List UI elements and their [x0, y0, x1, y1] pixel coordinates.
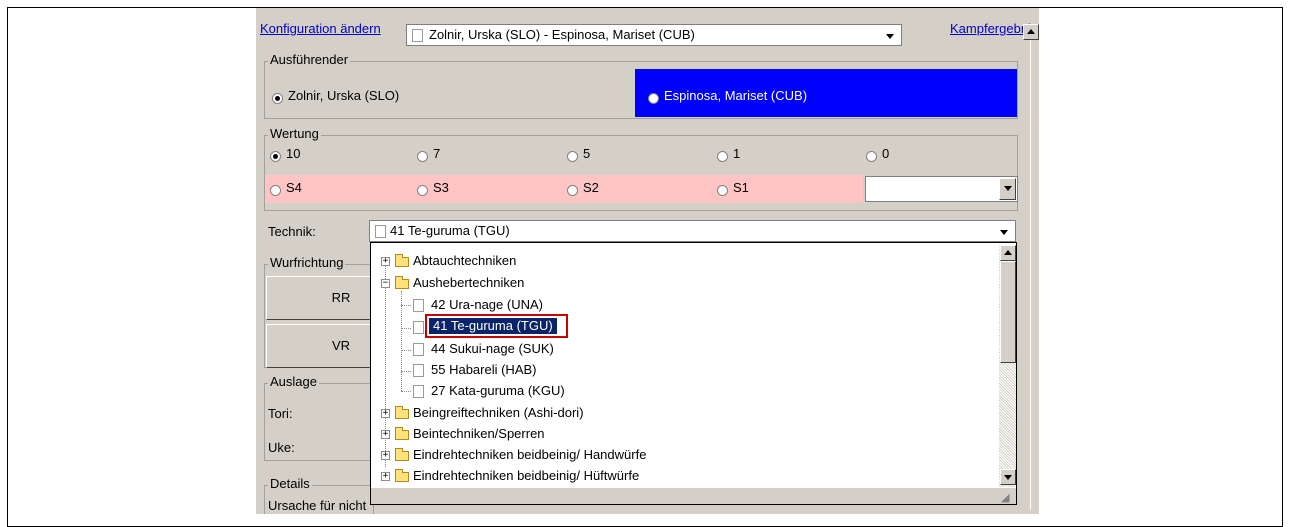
- expand-icon[interactable]: +: [381, 472, 390, 481]
- tree-node-2[interactable]: Beingreiftechniken (Ashi-dori): [413, 405, 584, 420]
- tree-leaf[interactable]: 42 Ura-nage (UNA): [431, 297, 543, 312]
- tree-footer: [371, 488, 1016, 504]
- resize-grip-icon[interactable]: ◢: [1001, 491, 1009, 504]
- direction-title: Wurfrichtung: [268, 255, 346, 270]
- document-icon: [375, 225, 386, 238]
- fight-select[interactable]: Zolnir, Urska (SLO) - Espinosa, Mariset …: [406, 24, 902, 46]
- tree-node-5[interactable]: Eindrehtechniken beidbeinig/ Hüftwürfe: [413, 468, 639, 483]
- config-link[interactable]: Konfiguration ändern: [260, 21, 381, 36]
- score-radio-5[interactable]: [567, 151, 578, 162]
- tree-leaf-selected[interactable]: 41 Te-guruma (TGU): [429, 318, 557, 334]
- selection-highlight-box: 41 Te-guruma (TGU): [425, 314, 568, 338]
- performer-option-2-highlight[interactable]: Espinosa, Mariset (CUB): [635, 69, 1017, 117]
- document-icon: [413, 321, 424, 334]
- score-radio-s1[interactable]: [717, 185, 728, 196]
- folder-open-icon: [395, 276, 409, 289]
- score-label-1: 1: [733, 146, 741, 161]
- window-scrollbar[interactable]: [1023, 24, 1039, 514]
- tree-line: [401, 391, 411, 392]
- score-radio-1[interactable]: [717, 151, 728, 162]
- score-label-s3: S3: [433, 180, 449, 195]
- stance-title: Auslage: [268, 374, 319, 389]
- score-label-s1: S1: [733, 180, 749, 195]
- scroll-thumb[interactable]: [1000, 261, 1016, 363]
- score-label-5: 5: [583, 146, 591, 161]
- folder-icon: [395, 469, 409, 482]
- score-radio-7[interactable]: [417, 151, 428, 162]
- performer-option-2[interactable]: Espinosa, Mariset (CUB): [664, 88, 807, 103]
- tree-line: [401, 305, 411, 306]
- score-label-0: 0: [882, 146, 890, 161]
- chevron-down-icon[interactable]: [999, 178, 1016, 200]
- document-icon: [413, 364, 424, 377]
- tree-line: [401, 291, 402, 391]
- score-radio-10[interactable]: [270, 151, 281, 162]
- expand-icon[interactable]: +: [381, 409, 390, 418]
- chevron-down-icon[interactable]: [996, 223, 1013, 239]
- penalty-select[interactable]: [865, 176, 1018, 202]
- fight-select-value: Zolnir, Urska (SLO) - Espinosa, Mariset …: [429, 27, 695, 42]
- tree-leaf[interactable]: 27 Kata-guruma (KGU): [431, 383, 565, 398]
- cause-label: Ursache für nicht: [268, 498, 367, 513]
- score-label-s2: S2: [583, 180, 599, 195]
- score-radio-0[interactable]: [866, 151, 877, 162]
- penalty-row: [265, 175, 863, 203]
- folder-icon: [395, 448, 409, 461]
- expand-icon[interactable]: +: [381, 430, 390, 439]
- scroll-up-icon[interactable]: [1000, 245, 1016, 261]
- details-title: Details: [268, 476, 312, 491]
- document-icon: [413, 299, 424, 312]
- tree-leaf[interactable]: 44 Sukui-nage (SUK): [431, 341, 554, 356]
- document-icon: [413, 343, 424, 356]
- tree-leaf[interactable]: 55 Habareli (HAB): [431, 362, 537, 377]
- tree-node-4[interactable]: Eindrehtechniken beidbeinig/ Handwürfe: [413, 447, 646, 462]
- folder-icon: [395, 406, 409, 419]
- tree-line: [401, 350, 411, 351]
- tree-line: [401, 371, 411, 372]
- performer-title: Ausführender: [268, 52, 351, 67]
- expand-icon[interactable]: +: [381, 257, 390, 266]
- technique-select[interactable]: 41 Te-guruma (TGU): [369, 220, 1016, 242]
- scoring-window: Konfiguration ändern Zolnir, Urska (SLO)…: [256, 8, 1039, 514]
- uke-label: Uke:: [268, 440, 295, 455]
- tree-line: [401, 328, 411, 329]
- tori-label: Tori:: [268, 406, 293, 421]
- folder-icon: [395, 254, 409, 267]
- score-radio-s3[interactable]: [417, 185, 428, 196]
- technique-dropdown-tree[interactable]: + Abtauchtechniken − Aushebertechniken 4…: [370, 242, 1017, 505]
- tree-node-0[interactable]: Abtauchtechniken: [413, 253, 516, 268]
- chevron-down-icon[interactable]: [882, 27, 899, 43]
- collapse-icon[interactable]: −: [381, 279, 390, 288]
- document-icon: [412, 29, 423, 42]
- scroll-divider: [1030, 40, 1031, 510]
- scroll-down-icon[interactable]: [1000, 469, 1016, 485]
- tree-node-3[interactable]: Beintechniken/Sperren: [413, 426, 545, 441]
- score-radio-s2[interactable]: [567, 185, 578, 196]
- technique-label: Technik:: [268, 224, 316, 239]
- score-label-7: 7: [433, 146, 441, 161]
- document-icon: [413, 385, 424, 398]
- scroll-up-icon[interactable]: [1023, 24, 1039, 40]
- tree-node-1[interactable]: Aushebertechniken: [413, 275, 524, 290]
- score-label-s4: S4: [286, 180, 302, 195]
- score-title: Wertung: [268, 126, 321, 141]
- folder-icon: [395, 427, 409, 440]
- expand-icon[interactable]: +: [381, 451, 390, 460]
- score-label-10: 10: [286, 146, 301, 161]
- technique-select-value: 41 Te-guruma (TGU): [390, 223, 510, 238]
- performer-radio-1[interactable]: [272, 93, 283, 104]
- score-radio-s4[interactable]: [270, 185, 281, 196]
- performer-radio-2[interactable]: [648, 93, 659, 104]
- performer-option-1[interactable]: Zolnir, Urska (SLO): [288, 88, 399, 103]
